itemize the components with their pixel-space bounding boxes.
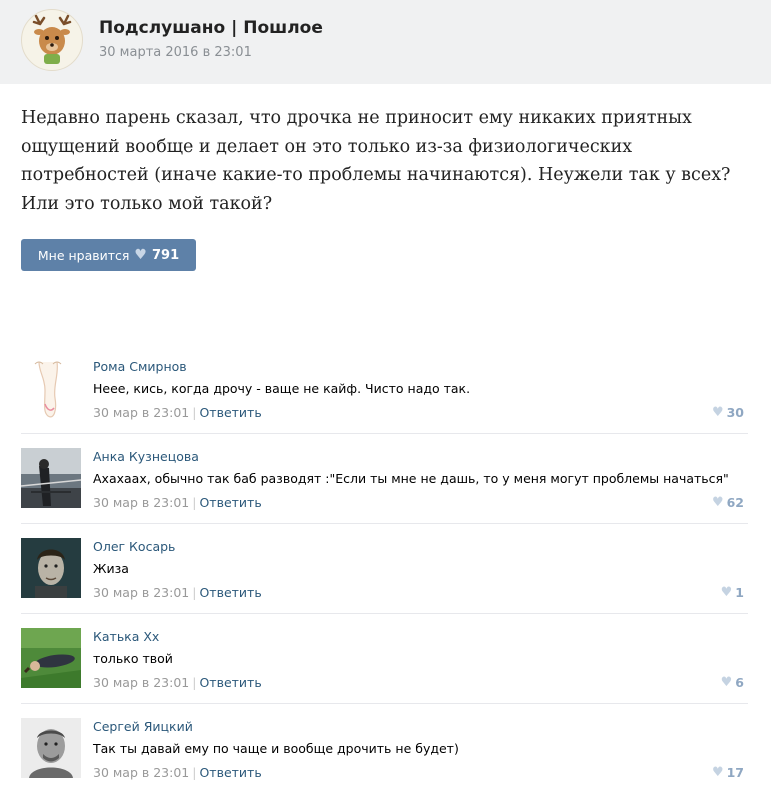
comment-like-button[interactable]: ♥ 62 bbox=[712, 495, 744, 510]
comment-item: Анка Кузнецова Ахахаах, обычно так баб р… bbox=[0, 434, 771, 524]
comment-like-button[interactable]: ♥ 30 bbox=[712, 405, 744, 420]
comment-meta: 30 мар в 23:01 | Ответить bbox=[93, 405, 262, 420]
comment-author[interactable]: Олег Косарь bbox=[93, 539, 175, 554]
comment-author[interactable]: Катька Хх bbox=[93, 629, 159, 644]
meta-separator: | bbox=[192, 675, 197, 690]
reply-link[interactable]: Ответить bbox=[199, 495, 261, 510]
deer-logo-icon bbox=[32, 14, 72, 64]
comments-list: Рома Смирнов Неее, кись, когда дрочу - в… bbox=[0, 344, 771, 794]
avatar[interactable] bbox=[21, 628, 81, 688]
comment-date[interactable]: 30 мар в 23:01 bbox=[93, 585, 189, 600]
comment-like-count: 1 bbox=[735, 585, 744, 600]
post-header: Подслушано | Пошлое 30 марта 2016 в 23:0… bbox=[0, 0, 771, 84]
comment-item: Олег Косарь Жиза 30 мар в 23:01 | Ответить… bbox=[0, 524, 771, 614]
comment-date[interactable]: 30 мар в 23:01 bbox=[93, 405, 189, 420]
meta-separator: | bbox=[192, 585, 197, 600]
heart-icon: ♥ bbox=[134, 247, 147, 263]
comment-text: только твой bbox=[93, 651, 173, 666]
comment-text: Так ты давай ему по чаще и вообще дрочит… bbox=[93, 741, 459, 756]
like-button[interactable]: Мне нравится ♥ 791 bbox=[21, 239, 196, 271]
avatar[interactable] bbox=[21, 358, 81, 418]
like-button-label: Мне нравится bbox=[37, 247, 130, 263]
avatar[interactable] bbox=[21, 448, 81, 508]
group-avatar[interactable] bbox=[21, 9, 83, 71]
comment-meta: 30 мар в 23:01 | Ответить bbox=[93, 765, 262, 780]
reply-link[interactable]: Ответить bbox=[199, 585, 261, 600]
meta-separator: | bbox=[192, 765, 197, 780]
comment-like-count: 30 bbox=[726, 405, 744, 420]
comment-text: Неее, кись, когда дрочу - ваще не кайф. … bbox=[93, 381, 471, 396]
comment-item: Рома Смирнов Неее, кись, когда дрочу - в… bbox=[0, 344, 771, 434]
comment-like-button[interactable]: ♥ 17 bbox=[712, 765, 744, 780]
meta-separator: | bbox=[192, 405, 197, 420]
post-date[interactable]: 30 марта 2016 в 23:01 bbox=[99, 45, 252, 60]
avatar-image-icon bbox=[21, 538, 81, 598]
heart-icon: ♥ bbox=[720, 675, 733, 690]
comment-meta: 30 мар в 23:01 | Ответить bbox=[93, 495, 262, 510]
comment-date[interactable]: 30 мар в 23:01 bbox=[93, 675, 189, 690]
heart-icon: ♥ bbox=[720, 585, 733, 600]
comment-meta: 30 мар в 23:01 | Ответить bbox=[93, 675, 262, 690]
comment-meta: 30 мар в 23:01 | Ответить bbox=[93, 585, 262, 600]
like-count: 791 bbox=[151, 247, 180, 263]
post-text: Недавно парень сказал, что дрочка не при… bbox=[21, 108, 731, 214]
comment-date[interactable]: 30 мар в 23:01 bbox=[93, 765, 189, 780]
avatar[interactable] bbox=[21, 538, 81, 598]
comment-text: Жиза bbox=[93, 561, 129, 576]
reply-link[interactable]: Ответить bbox=[199, 675, 261, 690]
comment-date[interactable]: 30 мар в 23:01 bbox=[93, 495, 189, 510]
avatar-image-icon bbox=[21, 628, 81, 688]
comment-author[interactable]: Рома Смирнов bbox=[93, 359, 187, 374]
reply-link[interactable]: Ответить bbox=[199, 765, 261, 780]
avatar-image-icon bbox=[21, 448, 81, 508]
heart-icon: ♥ bbox=[711, 495, 724, 510]
comment-author[interactable]: Сергей Яицкий bbox=[93, 719, 193, 734]
comment-like-count: 62 bbox=[726, 495, 744, 510]
comment-like-count: 6 bbox=[735, 675, 744, 690]
group-name[interactable]: Подслушано | Пошлое bbox=[99, 18, 323, 38]
comment-like-button[interactable]: ♥ 6 bbox=[721, 675, 744, 690]
comment-text: Ахахаах, обычно так баб разводят :"Если … bbox=[93, 471, 729, 486]
avatar-image-icon bbox=[21, 358, 81, 418]
avatar[interactable] bbox=[21, 718, 81, 778]
heart-icon: ♥ bbox=[711, 405, 724, 420]
reply-link[interactable]: Ответить bbox=[199, 405, 261, 420]
comment-author[interactable]: Анка Кузнецова bbox=[93, 449, 199, 464]
meta-separator: | bbox=[192, 495, 197, 510]
comment-item: Катька Хх только твой 30 мар в 23:01 | Отв… bbox=[0, 614, 771, 704]
heart-icon: ♥ bbox=[711, 765, 724, 780]
comment-like-button[interactable]: ♥ 1 bbox=[721, 585, 744, 600]
comment-item: Сергей Яицкий Так ты давай ему по чаще и… bbox=[0, 704, 771, 794]
comment-like-count: 17 bbox=[726, 765, 744, 780]
avatar-image-icon bbox=[21, 718, 81, 778]
